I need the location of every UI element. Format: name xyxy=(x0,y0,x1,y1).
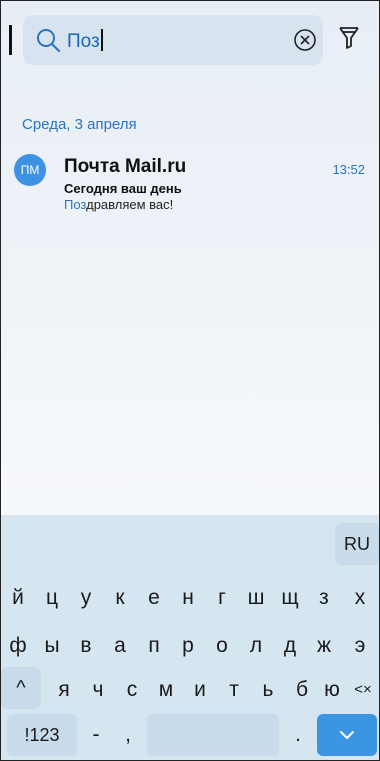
filter-icon[interactable] xyxy=(338,25,360,51)
key[interactable]: ч xyxy=(81,669,115,711)
key[interactable]: я xyxy=(47,669,81,711)
key[interactable]: а xyxy=(103,625,137,667)
chevron-down-icon xyxy=(340,731,354,740)
message-snippet: Поздравляем вас! xyxy=(64,197,173,212)
sender-name: Почта Mail.ru xyxy=(64,156,187,177)
clear-icon[interactable] xyxy=(293,28,317,52)
snippet-rest: дравляем вас! xyxy=(86,197,174,212)
key[interactable]: х xyxy=(341,577,379,619)
key[interactable]: щ xyxy=(273,577,307,619)
key[interactable]: к xyxy=(103,577,137,619)
key-comma[interactable]: , xyxy=(113,714,143,756)
key-dash[interactable]: - xyxy=(81,714,111,756)
key[interactable]: р xyxy=(171,625,205,667)
key[interactable]: б xyxy=(285,669,319,711)
key[interactable]: в xyxy=(69,625,103,667)
space-bar[interactable] xyxy=(147,714,279,756)
snippet-match: Поз xyxy=(64,197,87,212)
key-symbols[interactable]: !123 xyxy=(7,714,77,756)
key[interactable]: п xyxy=(137,625,171,667)
key[interactable]: з xyxy=(307,577,341,619)
key[interactable]: ш xyxy=(239,577,273,619)
key[interactable]: ф xyxy=(1,625,35,667)
key[interactable]: л xyxy=(239,625,273,667)
key[interactable]: е xyxy=(137,577,171,619)
list-item[interactable]: ПМ Почта Mail.ru 13:52 Сегодня ваш день … xyxy=(1,141,379,221)
key[interactable]: ю xyxy=(319,669,345,711)
keyboard: RU й ц у к е н г ш щ з х ф ы в а п р о л… xyxy=(1,515,379,760)
message-subject: Сегодня ваш день xyxy=(64,181,182,196)
key[interactable]: и xyxy=(183,669,217,711)
text-cursor xyxy=(100,29,103,51)
key[interactable]: т xyxy=(217,669,251,711)
key[interactable]: й xyxy=(1,577,35,619)
search-header: Поз xyxy=(1,1,379,81)
back-edge[interactable] xyxy=(9,25,12,55)
backspace-icon[interactable]: <× xyxy=(347,669,379,711)
key[interactable]: г xyxy=(205,577,239,619)
key[interactable]: ь xyxy=(251,669,285,711)
key[interactable]: ж xyxy=(307,625,341,667)
avatar: ПМ xyxy=(14,154,46,186)
search-input[interactable]: Поз xyxy=(23,15,323,65)
key-language[interactable]: RU xyxy=(335,523,379,565)
key[interactable]: м xyxy=(149,669,183,711)
done-button[interactable] xyxy=(317,714,377,756)
search-icon xyxy=(37,29,60,52)
key[interactable]: э xyxy=(341,625,379,667)
shift-icon[interactable]: ^ xyxy=(1,667,41,709)
search-query: Поз xyxy=(67,29,103,53)
key[interactable]: с xyxy=(115,669,149,711)
message-time: 13:52 xyxy=(332,162,365,177)
key-period[interactable]: . xyxy=(283,714,313,756)
key[interactable]: о xyxy=(205,625,239,667)
key[interactable]: ц xyxy=(35,577,69,619)
date-header: Среда, 3 апреля xyxy=(22,116,137,133)
app-frame: Поз Среда, 3 апреля ПМ Почта Mail.ru 13:… xyxy=(0,0,380,761)
key[interactable]: д xyxy=(273,625,307,667)
key[interactable]: у xyxy=(69,577,103,619)
key[interactable]: ы xyxy=(35,625,69,667)
key[interactable]: н xyxy=(171,577,205,619)
